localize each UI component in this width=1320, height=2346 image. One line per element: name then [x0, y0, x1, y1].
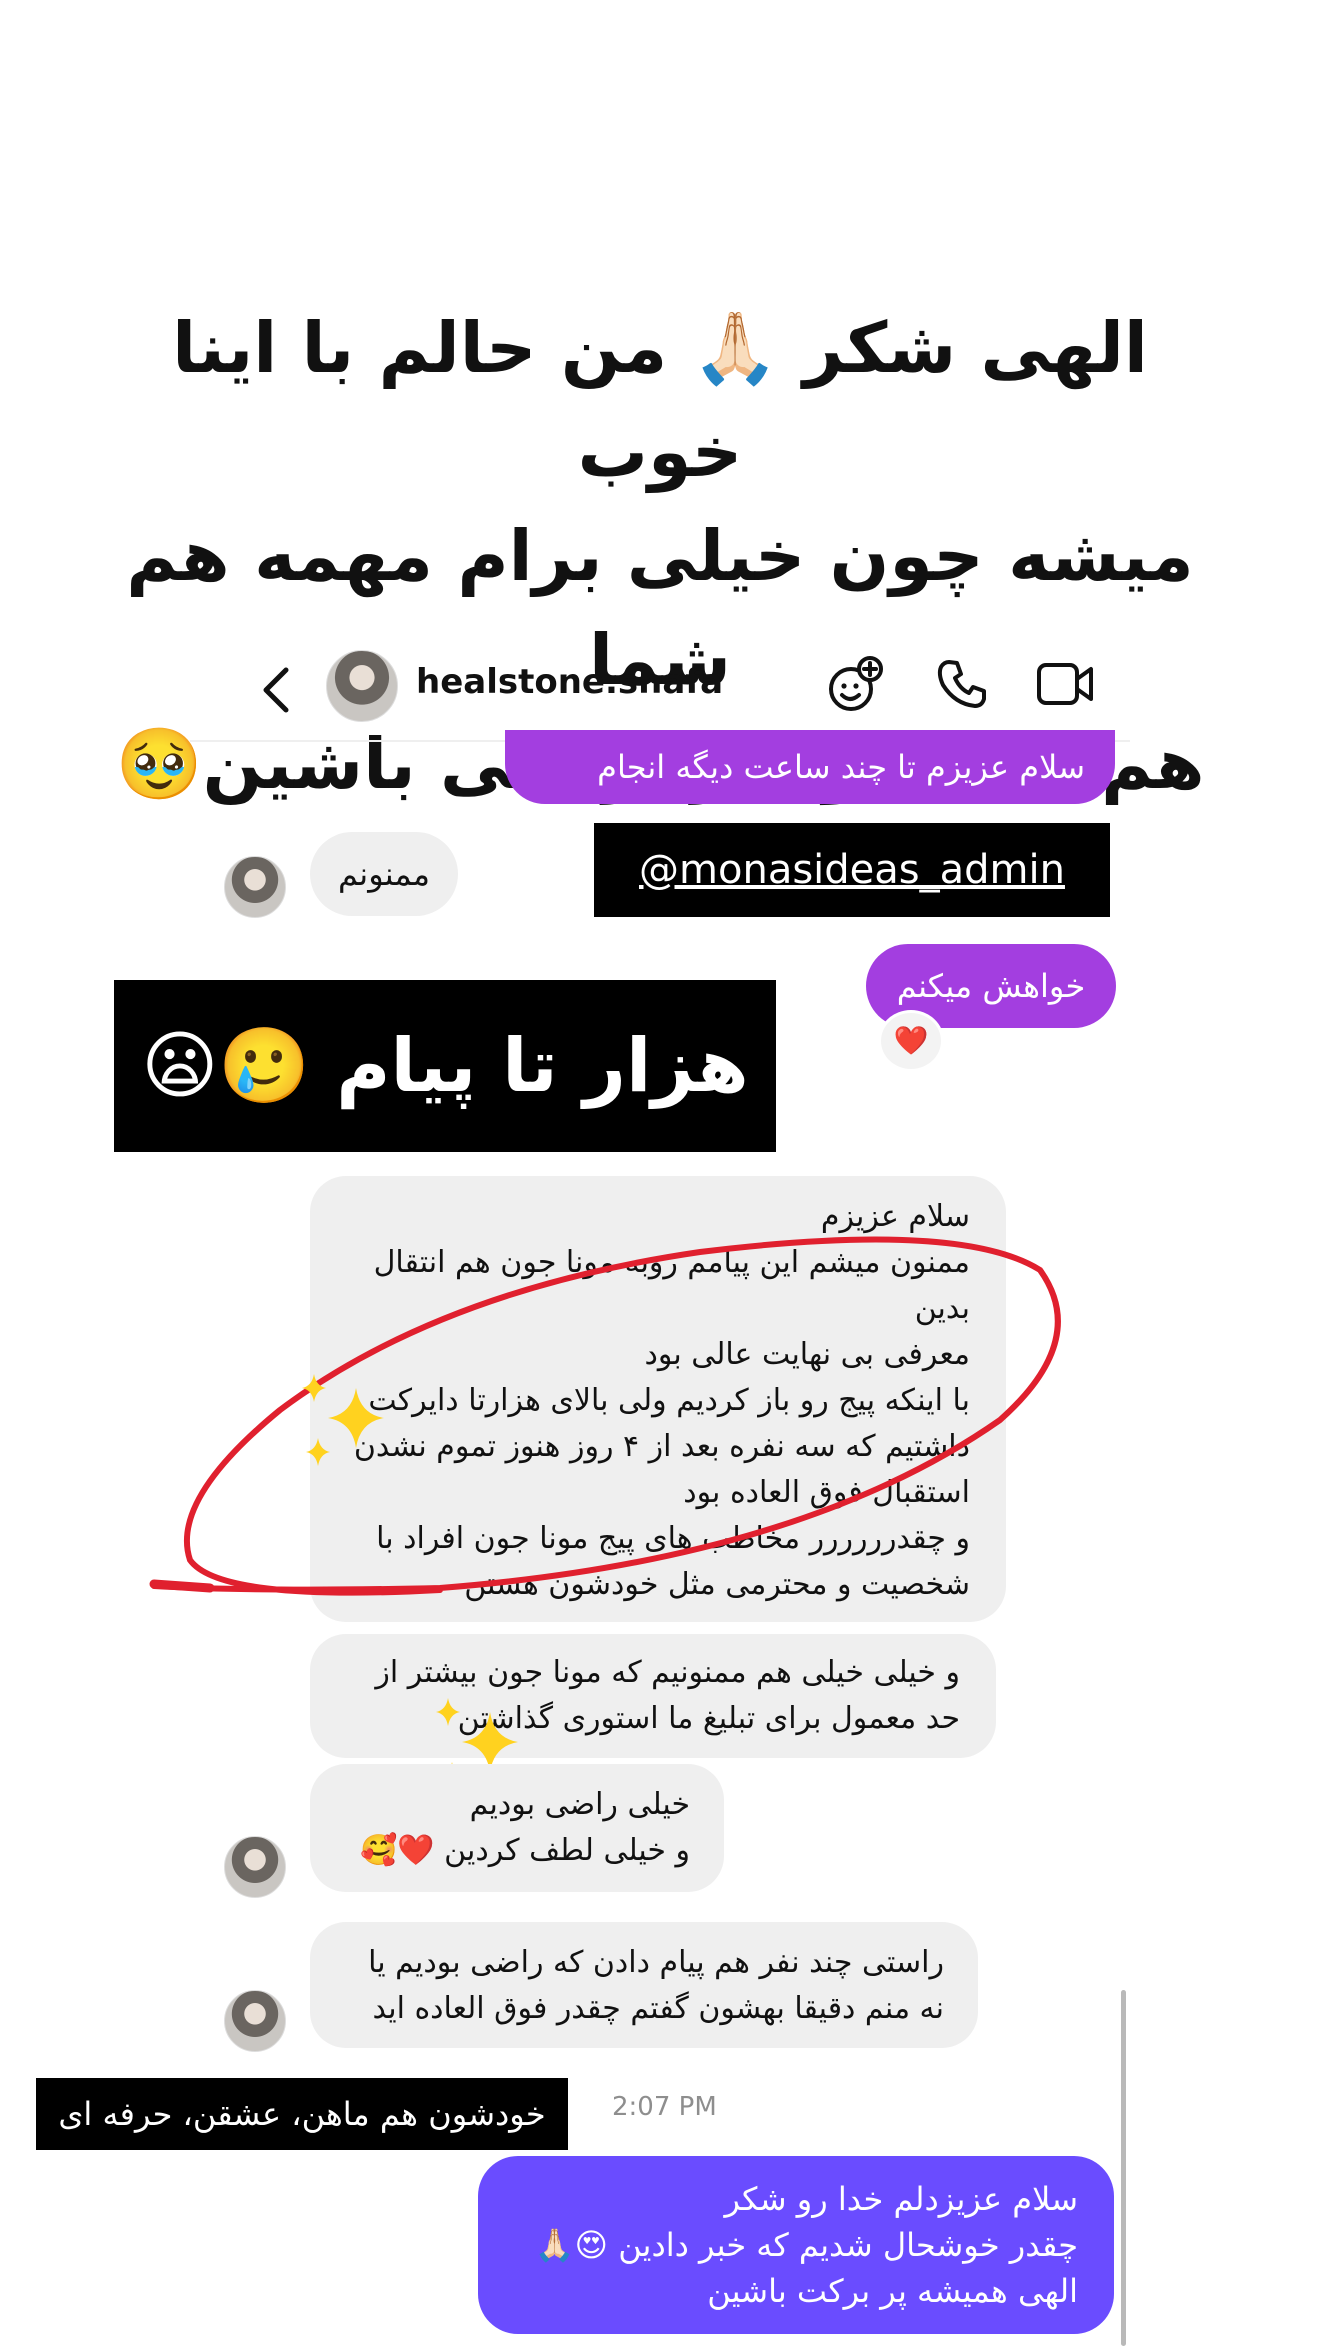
admin-tag-text: @monasideas_admin [639, 847, 1065, 893]
scrollbar[interactable] [1121, 1990, 1126, 2346]
chat-header: healstone.shafa [190, 640, 1130, 740]
sent-message-bubble[interactable]: سلام عزیزدلم خدا رو شکر چقدر خوشحال شدیم… [478, 2156, 1114, 2334]
video-camera-icon[interactable] [1035, 657, 1095, 711]
message-timestamp: 2:07 PM [612, 2092, 717, 2122]
message-text: سلام عزیزم تا چند ساعت دیگه انجام میشه [597, 748, 1085, 832]
thousand-messages-text: هزار تا پیام 🥲😦 [141, 1023, 749, 1109]
phone-icon[interactable] [935, 657, 989, 711]
caption-text: خودشون هم ماهن، عشقن، حرفه ای [58, 2095, 546, 2133]
red-circle-annotation [149, 1236, 1061, 1596]
message-line: خیلی راضی بودیم [469, 1787, 690, 1822]
headline-line-1: الهی شکر 🙏🏻 من حالم با اینا خوب [172, 307, 1148, 493]
admin-tag-overlay: @monasideas_admin [594, 823, 1110, 917]
sparkles-icon [302, 1374, 384, 1466]
thousand-messages-overlay: هزار تا پیام 🥲😦 [114, 980, 776, 1152]
message-line: و خیلی خیلی هم ممنونیم که مونا جون بیشتر… [375, 1655, 960, 1690]
message-line: الهی همیشه پر برکت باشین [707, 2272, 1078, 2310]
received-message-bubble[interactable]: خیلی راضی بودیم و خیلی لطف کردین ❤️🥰 [310, 1764, 724, 1892]
received-message-bubble[interactable]: و خیلی خیلی هم ممنونیم که مونا جون بیشتر… [310, 1634, 996, 1758]
username[interactable]: healstone.shafa [416, 662, 723, 702]
avatar[interactable] [326, 650, 398, 722]
message-line: نه منم دقیقا بهشون گفتم چقدر فوق العاده … [372, 1991, 945, 2026]
received-message-bubble[interactable]: ممنونم [310, 832, 458, 916]
avatar[interactable] [224, 1990, 286, 2052]
chevron-left-icon[interactable] [250, 662, 306, 718]
effects-sparkle-icon[interactable] [825, 655, 885, 715]
reaction-emoji: ❤️ [893, 1024, 929, 1057]
message-text: ممنونم [337, 855, 431, 893]
caption-overlay: خودشون هم ماهن، عشقن، حرفه ای [36, 2078, 568, 2150]
message-line: راستی چند نفر هم پیام دادن که راضی بودیم… [368, 1945, 944, 1980]
heart-reaction-badge[interactable]: ❤️ [878, 1010, 944, 1072]
sent-message-bubble[interactable]: سلام عزیزم تا چند ساعت دیگه انجام میشه [505, 730, 1115, 832]
message-text: خواهش میکنم [896, 967, 1086, 1005]
avatar[interactable] [224, 1836, 286, 1898]
message-line: چقدر خوشحال شدیم که خبر دادین 😍🙏🏻 [534, 2226, 1078, 2264]
avatar[interactable] [224, 856, 286, 918]
message-line: سلام عزیزدلم خدا رو شکر [724, 2180, 1078, 2218]
received-message-bubble[interactable]: راستی چند نفر هم پیام دادن که راضی بودیم… [310, 1922, 978, 2048]
message-line: و خیلی لطف کردین ❤️🥰 [359, 1833, 690, 1868]
